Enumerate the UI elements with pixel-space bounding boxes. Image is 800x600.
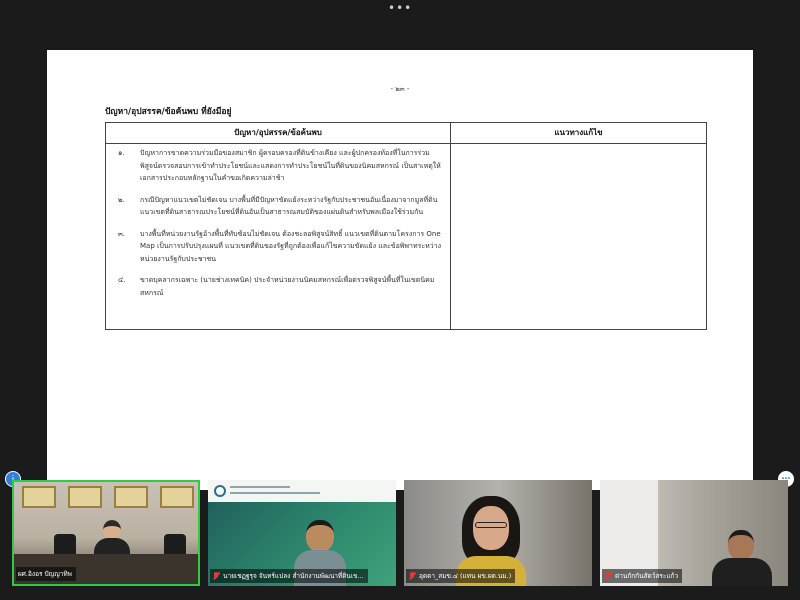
table-row: ๑. ปัญหาการขาดความร่วมมือของสมาชิก ผู้คร… — [118, 147, 444, 185]
slide-text-line — [230, 486, 290, 488]
participant-name: ด่านกักกันสัตว์สระแก้ว — [602, 569, 683, 583]
row-number: ๔. — [118, 276, 126, 284]
participant-tile[interactable]: นายเชฏฐรุจ จันทร์แปลง สำนักงานพัฒนาที่ดิ… — [208, 480, 396, 586]
column-header-problems: ปัญหา/อุปสรรค/ข้อค้นพบ — [234, 128, 322, 137]
row-number: ๒. — [118, 195, 125, 204]
shared-document: - ๒๓ - ปัญหา/อุปสรรค/ข้อค้นพบ ที่ยังมีอย… — [47, 50, 753, 490]
mic-off-icon — [408, 571, 416, 581]
more-options-icon[interactable]: ••• — [388, 2, 412, 14]
participant-video — [712, 530, 772, 586]
participant-tile[interactable]: ด่านกักกันสัตว์สระแก้ว — [600, 480, 788, 586]
header-divider — [106, 143, 706, 144]
participant-tile[interactable]: ผศ.อิงอร ปัญญาทิพ — [12, 480, 200, 586]
participant-name: ผศ.อิงอร ปัญญาทิพ — [16, 567, 76, 581]
row-text: ขาดบุคลากรเฉพาะ (นายช่างเทคนิค) ประจำหน่… — [140, 276, 435, 297]
problems-table: ปัญหา/อุปสรรค/ข้อค้นพบ แนวทางแก้ไข ๑. ปั… — [105, 122, 707, 330]
slide-text-line — [230, 492, 320, 494]
column-header-solutions: แนวทางแก้ไข — [554, 128, 603, 137]
table-row: ๔. ขาดบุคลากรเฉพาะ (นายช่างเทคนิค) ประจำ… — [118, 274, 444, 299]
participant-name: อุดดา_สมข.๔ (แทน ผข.ผต.นม.) — [406, 569, 516, 583]
wall-picture — [160, 486, 194, 508]
wall-picture — [68, 486, 102, 508]
table-row: ๒. กรณีปัญหาแนวเขตไม่ชัดเจน บางพื้นที่มี… — [118, 194, 444, 219]
table-body: ๑. ปัญหาการขาดความร่วมมือของสมาชิก ผู้คร… — [106, 147, 450, 308]
wall-picture — [114, 486, 148, 508]
logo-icon — [214, 485, 226, 497]
row-number: ๓. — [118, 229, 126, 238]
mic-off-icon — [212, 571, 220, 581]
row-number: ๑. — [118, 149, 125, 157]
column-divider — [450, 123, 451, 329]
wall-picture — [22, 486, 56, 508]
mic-off-icon — [604, 571, 612, 581]
row-text: ปัญหาการขาดความร่วมมือของสมาชิก ผู้ครอบค… — [140, 149, 441, 182]
document-heading: ปัญหา/อุปสรรค/ข้อค้นพบ ที่ยังมีอยู่ — [105, 107, 232, 117]
slide-header — [208, 480, 396, 502]
participant-name: นายเชฏฐรุจ จันทร์แปลง สำนักงานพัฒนาที่ดิ… — [210, 569, 368, 583]
row-text: บางพื้นที่หน่วยงานรัฐอ้างพื้นที่ทับซ้อนไ… — [140, 229, 441, 263]
participant-tile[interactable]: อุดดา_สมข.๔ (แทน ผข.ผต.นม.) — [404, 480, 592, 586]
page-number: - ๒๓ - — [390, 85, 410, 93]
row-text: กรณีปัญหาแนวเขตไม่ชัดเจน บางพื้นที่มีปัญ… — [140, 195, 438, 217]
table-row: ๓. บางพื้นที่หน่วยงานรัฐอ้างพื้นที่ทับซ้… — [118, 228, 444, 266]
